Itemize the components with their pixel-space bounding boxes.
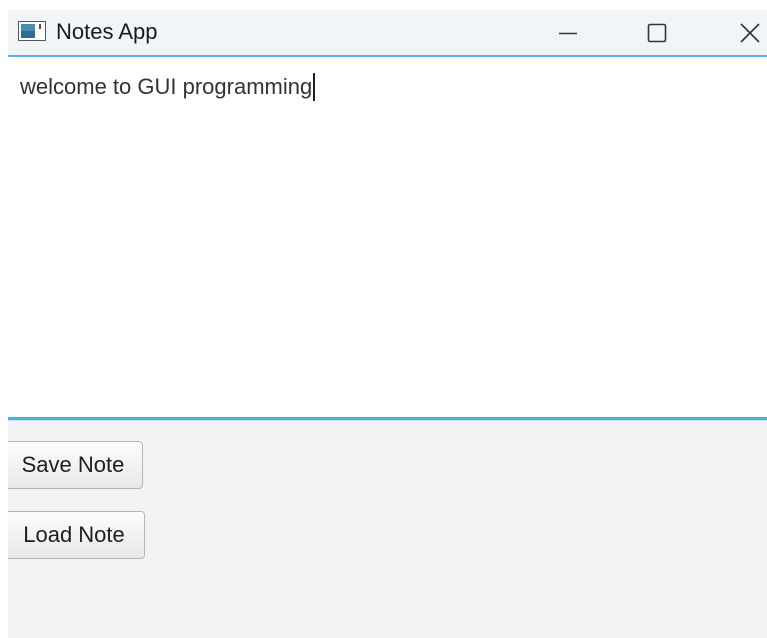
close-icon — [739, 22, 761, 44]
load-note-button[interactable]: Load Note — [8, 511, 145, 559]
title-bar[interactable]: Notes App — [8, 10, 767, 57]
note-text-value: welcome to GUI programming — [20, 74, 313, 99]
note-text-content[interactable]: welcome to GUI programming — [20, 73, 316, 101]
app-icon — [18, 21, 46, 41]
save-note-button[interactable]: Save Note — [8, 441, 143, 489]
note-textarea[interactable]: welcome to GUI programming — [8, 57, 767, 420]
minimize-icon — [558, 23, 578, 43]
close-button[interactable] — [720, 10, 767, 55]
maximize-button[interactable] — [627, 10, 687, 55]
minimize-button[interactable] — [538, 10, 598, 55]
notes-app-window: Notes App welcome to GUI programming Sav… — [8, 10, 767, 638]
window-title: Notes App — [56, 19, 158, 44]
maximize-icon — [647, 23, 667, 43]
text-caret — [313, 73, 316, 101]
